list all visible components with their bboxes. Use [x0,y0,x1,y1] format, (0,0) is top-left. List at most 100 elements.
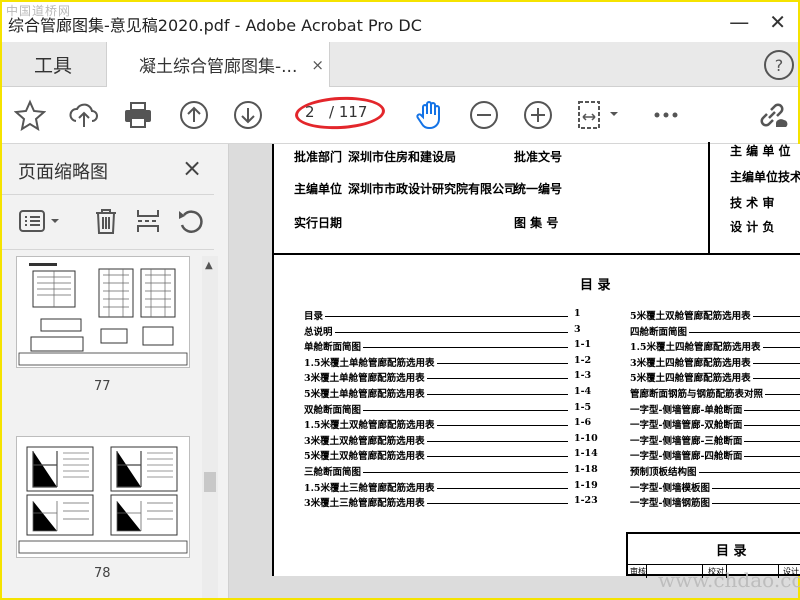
scroll-up-icon[interactable]: ▲ [205,260,213,271]
toc-entry-name: 3米覆土双舱管廊配筋选用表 [304,435,425,447]
cloud-upload-icon[interactable] [68,99,100,131]
toc-entry-name: 一字型-侧墙管廊-双舱断面 [630,420,743,432]
toc-entry-name: 5米覆土双舱管廊配筋选用表 [304,451,425,463]
toc-entry-name: 一字型-侧墙模板图 [630,482,710,494]
header-right-label: 批准文号 [514,150,563,164]
toc-entry: 三舱断面简图 1-18 [304,464,598,478]
toc-entry-page: 3 [574,323,581,335]
toc-entry: 四舱断面简图 [630,324,800,338]
toc-entry-name: 预制顶板结构图 [630,467,697,478]
tab-document-label: 凝土综合管廊图集-... [139,57,298,77]
header-value: 深圳市市政设计研究院有限公司 [348,182,517,196]
toc-leader-line [744,409,800,411]
toc-leader-line [689,331,800,333]
thumbnail-panel: 页面缩略图 × 77 78 ▲ [2,144,229,598]
toc-entry-name: 三舱断面简图 [304,467,362,478]
toc-entry: 一字型-侧墙管廊-单舱断面 [630,402,800,416]
zoom-out-icon[interactable] [468,99,500,131]
toc-leader-line [426,378,568,380]
toc-leader-line [752,316,800,317]
toc-entry: 3米覆土单舱管廊配筋选用表 1-3 [304,370,594,384]
toc-entry-page: 1-10 [574,432,598,444]
tab-tools[interactable]: 工具 [2,42,104,86]
insert-page-icon[interactable] [134,207,162,235]
previous-page-icon[interactable] [178,99,210,131]
toc-entry-name: 目录 [304,311,324,322]
scrollbar-thumb[interactable] [204,472,216,492]
panel-toolbar [2,194,214,250]
toc-entry-name: 一字型-侧墙管廊-单舱断面 [630,404,743,416]
toc-leader-line [765,394,800,395]
next-page-icon[interactable] [232,99,264,131]
panel-title: 页面缩略图 [18,162,108,183]
highlight-ring [294,94,386,132]
toc-entry: 预制顶板结构图 [630,464,800,478]
fit-page-icon[interactable] [576,99,624,131]
header-value: 深圳市住房和建设局 [348,150,457,164]
toc-entry-name: 总说明 [304,326,333,338]
header-right-label: 统一编号 [514,182,563,196]
title-block-rule [628,564,800,565]
toc-leader-line [752,362,800,364]
bookmark-star-icon[interactable] [13,99,47,132]
toc-leader-line [744,425,800,427]
toc-entry: 5米覆土双舱管廊配筋选用表 1-14 [304,448,598,463]
toc-entry: 5米覆土双舱管廊配筋选用表 [630,308,800,322]
toc-leader-line [711,503,800,505]
toc-entry-page: 1-18 [574,464,598,475]
toc-entry-name: 1.5米覆土四舱管廊配筋选用表 [630,342,761,354]
delete-page-icon[interactable] [92,207,120,235]
panel-close-icon[interactable]: × [182,154,202,182]
toc-entry: 1.5米覆土四舱管廊配筋选用表 [630,339,800,353]
toc-leader-line [698,472,800,473]
header-divider [708,142,710,254]
document-viewer[interactable]: 批准部门 深圳市住房和建设局 批准文号 主编单位 深圳市市政设计研究院有限公司 … [229,142,800,598]
toc-entry-page: 1-1 [574,339,592,351]
header-label: 主编单位 [294,182,343,196]
toolbar: 2 / 117 [2,87,798,144]
toc-entry: 一字型-侧墙管廊-双舱断面 [630,417,800,431]
thumbnail-page-77[interactable] [16,256,190,368]
toc-entry-name: 一字型-侧墙管廊-四舱断面 [630,451,743,463]
thumbnail-options-icon[interactable] [18,207,64,235]
rotate-page-icon[interactable] [176,207,204,235]
toc-entry-name: 双舱断面简图 [304,404,362,416]
toc-entry-name: 四舱断面简图 [630,326,688,338]
tab-close-icon[interactable]: × [311,56,324,74]
panel-scrollbar[interactable]: ▲ [202,256,218,598]
toc-entry-name: 管廊断面钢筋与钢筋配筋表对照 [630,389,764,400]
title-block-title: 目 录 [716,544,747,559]
page-navigator: 2 / 117 [294,94,387,132]
toc-entry-name: 5米覆土单舱管廊配筋选用表 [304,389,425,400]
toc-entry-page: 1-2 [574,354,592,366]
toc-entry-name: 3米覆土三舱管廊配筋选用表 [304,498,425,510]
toc-leader-line [363,409,569,411]
toc-entry: 5米覆土单舱管廊配筋选用表 1-4 [304,386,594,400]
pdf-page: 批准部门 深圳市住房和建设局 批准文号 主编单位 深圳市市政设计研究院有限公司 … [272,142,800,578]
toc-entry: 一字型-侧墙管廊-四舱断面 [630,448,800,462]
toc-entry-name: 3米覆土单舱管廊配筋选用表 [304,373,425,385]
print-icon[interactable] [122,99,154,131]
close-window-button[interactable]: ✕ [769,10,786,34]
toc-entry-page: 1 [574,308,581,319]
hand-tool-icon[interactable] [414,99,446,131]
help-icon[interactable]: ? [764,50,794,80]
more-tools-icon[interactable] [650,99,682,131]
share-link-icon[interactable] [756,99,788,131]
toc-entry-name: 一字型-侧墙钢筋图 [630,498,710,510]
toc-leader-line [325,316,569,317]
zoom-in-icon[interactable] [522,99,554,131]
window-title: 综合管廊图集-意见稿2020.pdf - Adobe Acrobat Pro D… [8,16,422,35]
toc-entry-name: 1.5米覆土双舱管廊配筋选用表 [304,420,435,432]
toc-entry: 1.5米覆土单舱管廊配筋选用表 1-2 [304,355,594,369]
minimize-button[interactable]: — [729,10,749,34]
toc-leader-line [426,456,568,458]
toc-entry: 双舱断面简图 1-5 [304,402,594,416]
toc-entry: 1.5米覆土双舱管廊配筋选用表 1-6 [304,417,594,431]
toc-leader-line [744,456,800,458]
thumbnail-page-78[interactable] [16,436,190,558]
toc-entry: 5米覆土四舱管廊配筋选用表 [630,370,800,384]
tab-document[interactable]: 凝土综合管廊图集-... × [106,42,330,87]
toc-entry: 3米覆土三舱管廊配筋选用表 1-23 [304,495,598,510]
window-controls: — ✕ [729,10,786,34]
